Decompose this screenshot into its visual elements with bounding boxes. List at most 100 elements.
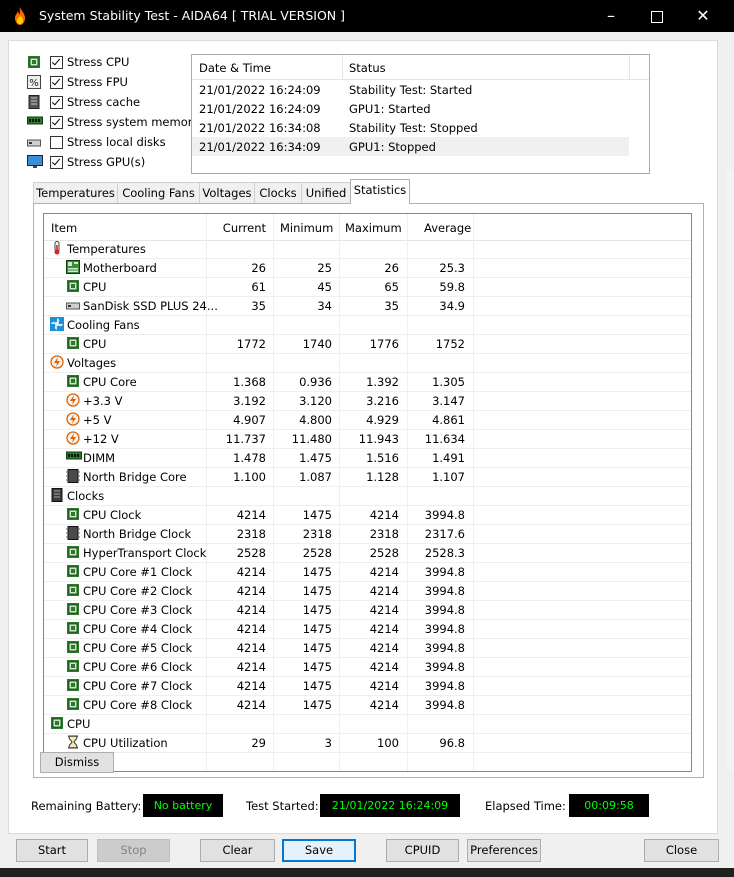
- table-row[interactable]: CPU Core 1.368 0.936 1.392 1.305: [44, 372, 691, 392]
- row-name: North Bridge Core: [83, 470, 187, 484]
- cell-maximum: 4214: [369, 584, 399, 598]
- stress-option-stress-local-disks[interactable]: Stress local disks: [27, 133, 166, 151]
- cell-maximum: 26: [384, 261, 399, 275]
- minimize-button[interactable]: –: [588, 0, 634, 32]
- cpuid-button[interactable]: CPUID: [386, 839, 459, 862]
- stress-option-stress-system-memory[interactable]: Stress system memory: [27, 113, 199, 131]
- tab-statistics[interactable]: Statistics: [350, 179, 410, 204]
- column-maximum[interactable]: Maximum: [345, 221, 402, 235]
- cell-maximum: 4214: [369, 622, 399, 636]
- tab-voltages[interactable]: Voltages: [199, 182, 255, 203]
- cell-maximum: 4214: [369, 641, 399, 655]
- table-row[interactable]: CPU 61 45 65 59.8: [44, 277, 691, 297]
- preferences-button[interactable]: Preferences: [467, 839, 541, 862]
- row-name: +5 V: [83, 413, 112, 427]
- statistics-table[interactable]: Item Current Minimum Maximum Average Tem…: [43, 213, 692, 772]
- cell-maximum: 35: [384, 299, 399, 313]
- checkbox[interactable]: [50, 115, 63, 129]
- checkbox[interactable]: [50, 135, 63, 149]
- stop-button[interactable]: Stop: [97, 839, 170, 862]
- tab-cooling-fans[interactable]: Cooling Fans: [117, 182, 200, 203]
- cell-average: 25.3: [439, 261, 465, 275]
- table-row[interactable]: North Bridge Core 1.100 1.087 1.128 1.107: [44, 467, 691, 487]
- log-column-status[interactable]: Status: [349, 61, 386, 75]
- table-row[interactable]: CPU Core #6 Clock 4214 1475 4214 3994.8: [44, 657, 691, 677]
- chipset-icon: [66, 526, 80, 540]
- stress-option-stress-cpu[interactable]: Stress CPU: [27, 53, 129, 71]
- tab-temperatures[interactable]: Temperatures: [33, 182, 118, 203]
- cpu-chip-icon: [66, 564, 80, 578]
- table-row[interactable]: CPU Core #3 Clock 4214 1475 4214 3994.8: [44, 600, 691, 620]
- table-row[interactable]: HyperTransport Clock 2528 2528 2528 2528.3: [44, 543, 691, 563]
- cpu-chip-icon: [66, 697, 80, 711]
- group-row[interactable]: Clocks: [44, 486, 691, 506]
- row-name: DIMM: [83, 451, 116, 465]
- elapsed-time-label: Elapsed Time:: [485, 799, 566, 813]
- event-log[interactable]: Date & Time Status 21/01/2022 16:24:09 St…: [191, 54, 650, 174]
- column-current[interactable]: Current: [204, 221, 266, 235]
- chipset-icon: [66, 469, 80, 483]
- background-window-edge: [726, 170, 734, 770]
- table-row[interactable]: +3.3 V 3.192 3.120 3.216 3.147: [44, 391, 691, 411]
- close-window-button[interactable]: ✕: [680, 0, 726, 32]
- table-row[interactable]: CPU Utilization 29 3 100 96.8: [44, 733, 691, 753]
- stress-option-stress-cache[interactable]: Stress cache: [27, 93, 140, 111]
- cell-minimum: 1475: [302, 660, 332, 674]
- table-row[interactable]: +5 V 4.907 4.800 4.929 4.861: [44, 410, 691, 430]
- log-row[interactable]: 21/01/2022 16:24:09 GPU1: Started: [192, 99, 629, 118]
- tab-unified[interactable]: Unified: [301, 182, 351, 203]
- close-button[interactable]: Close: [644, 839, 719, 862]
- stress-option-stress-fpu[interactable]: % Stress FPU: [27, 73, 128, 91]
- checkbox[interactable]: [50, 155, 63, 169]
- maximize-button[interactable]: [634, 0, 680, 32]
- cell-average: 59.8: [439, 280, 465, 294]
- dismiss-button[interactable]: Dismiss: [40, 752, 114, 773]
- log-row[interactable]: 21/01/2022 16:34:09 GPU1: Stopped: [192, 137, 629, 156]
- group-row[interactable]: Cooling Fans: [44, 315, 691, 335]
- table-row[interactable]: CPU Core #4 Clock 4214 1475 4214 3994.8: [44, 619, 691, 639]
- memory-icon: [27, 115, 43, 129]
- clear-button[interactable]: Clear: [200, 839, 275, 862]
- table-row[interactable]: CPU Core #1 Clock 4214 1475 4214 3994.8: [44, 562, 691, 582]
- clock-chip-icon: [50, 488, 64, 502]
- cell-minimum: 2528: [302, 546, 332, 560]
- table-row[interactable]: CPU Core #5 Clock 4214 1475 4214 3994.8: [44, 638, 691, 658]
- tab-clocks[interactable]: Clocks: [254, 182, 302, 203]
- save-button[interactable]: Save: [282, 839, 356, 862]
- table-row[interactable]: Motherboard 26 25 26 25.3: [44, 258, 691, 278]
- start-button[interactable]: Start: [16, 839, 88, 862]
- column-minimum[interactable]: Minimum: [280, 221, 333, 235]
- group-row[interactable]: CPU: [44, 714, 691, 734]
- table-row[interactable]: CPU 1772 1740 1776 1752: [44, 334, 691, 354]
- cell-average: 3994.8: [424, 565, 465, 579]
- table-row[interactable]: +12 V 11.737 11.480 11.943 11.634: [44, 429, 691, 449]
- cell-maximum: 2528: [369, 546, 399, 560]
- title-bar: System Stability Test - AIDA64 [ TRIAL V…: [0, 0, 734, 32]
- log-column-datetime[interactable]: Date & Time: [199, 61, 271, 75]
- cell-current: 11.737: [225, 432, 266, 446]
- group-row[interactable]: Voltages: [44, 353, 691, 373]
- row-name: CPU Core: [83, 375, 137, 389]
- checkbox[interactable]: [50, 75, 63, 89]
- cell-current: 1.368: [233, 375, 266, 389]
- cell-maximum: 100: [377, 736, 399, 750]
- table-row[interactable]: SanDisk SSD PLUS 24... 35 34 35 34.9: [44, 296, 691, 316]
- monitor-icon: [27, 155, 43, 169]
- table-row[interactable]: CPU Core #7 Clock 4214 1475 4214 3994.8: [44, 676, 691, 696]
- checkbox[interactable]: [50, 55, 63, 69]
- log-status: GPU1: Started: [349, 102, 431, 116]
- log-row[interactable]: 21/01/2022 16:34:08 Stability Test: Stopp…: [192, 118, 629, 137]
- table-row[interactable]: DIMM 1.478 1.475 1.516 1.491: [44, 448, 691, 468]
- column-item[interactable]: Item: [51, 221, 77, 235]
- cpu-chip-icon: [66, 374, 80, 388]
- group-row[interactable]: Temperatures: [44, 239, 691, 259]
- cell-current: 4214: [236, 679, 266, 693]
- checkbox[interactable]: [50, 95, 63, 109]
- column-average[interactable]: Average: [424, 221, 471, 235]
- table-row[interactable]: CPU Core #2 Clock 4214 1475 4214 3994.8: [44, 581, 691, 601]
- log-row[interactable]: 21/01/2022 16:24:09 Stability Test: Start…: [192, 80, 629, 99]
- table-row[interactable]: CPU Clock 4214 1475 4214 3994.8: [44, 505, 691, 525]
- table-row[interactable]: CPU Core #8 Clock 4214 1475 4214 3994.8: [44, 695, 691, 715]
- stress-option-stress-gpu-s[interactable]: Stress GPU(s): [27, 153, 145, 171]
- table-row[interactable]: North Bridge Clock 2318 2318 2318 2317.6: [44, 524, 691, 544]
